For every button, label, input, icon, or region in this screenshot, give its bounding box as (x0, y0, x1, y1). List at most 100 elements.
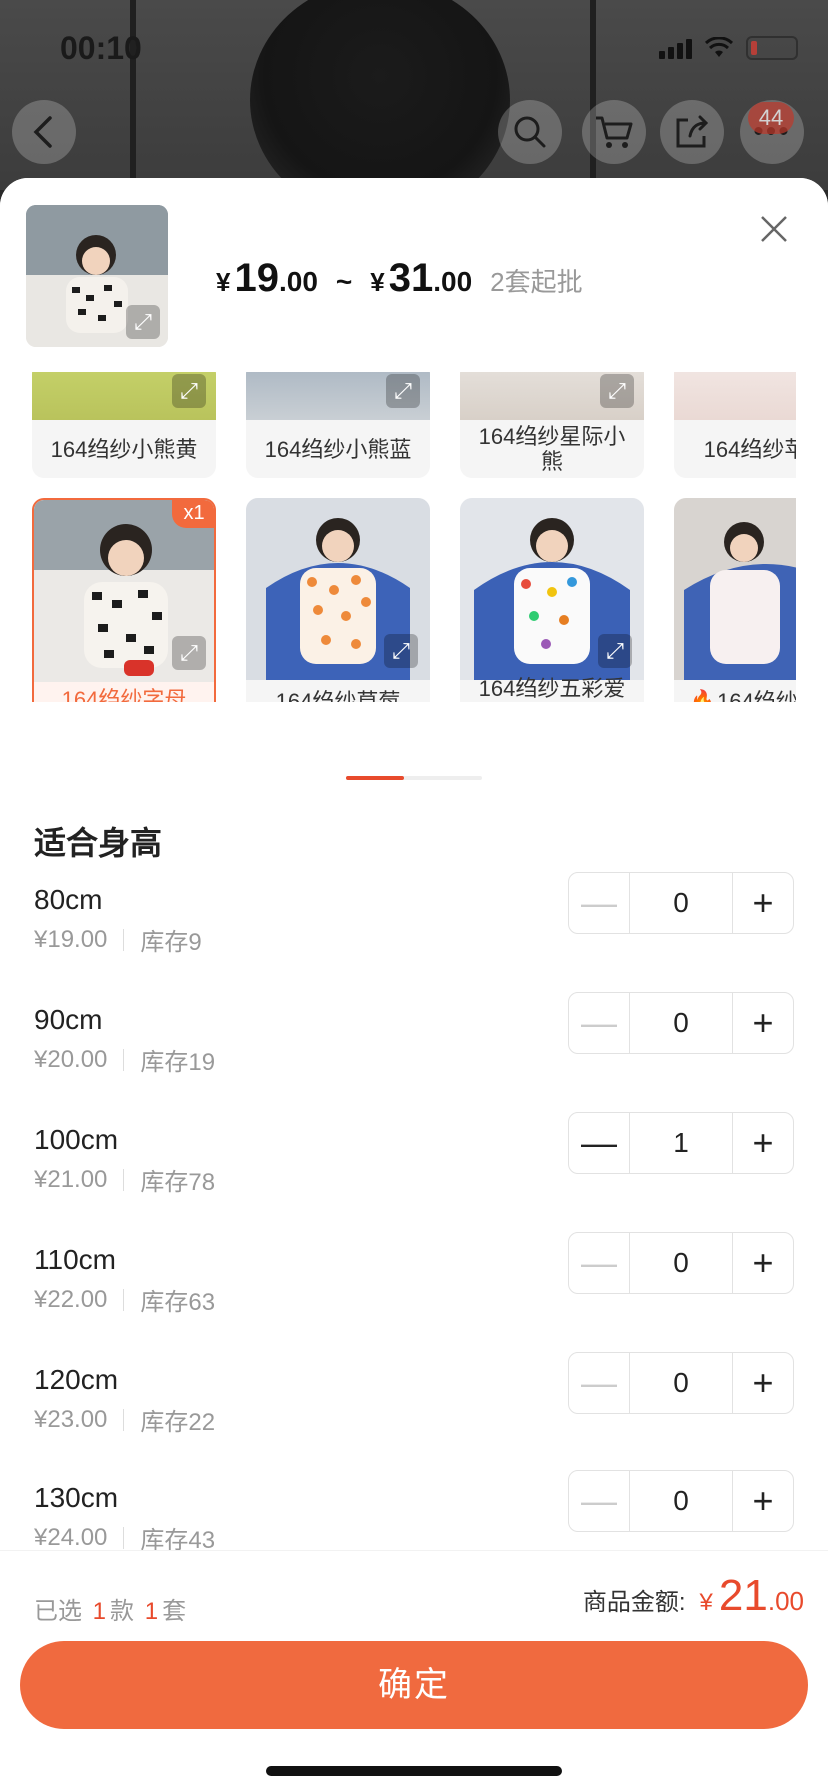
home-indicator (266, 1766, 562, 1776)
quantity-value[interactable]: 0 (629, 1471, 733, 1531)
sheet-footer: 已选 1款 1套 商品金额: ¥ 21 .00 确定 (0, 1550, 828, 1792)
variant-card-selected[interactable]: ⤢ x1 164绉纱字母 (32, 498, 216, 702)
decrement-button[interactable]: — (569, 1471, 629, 1531)
quantity-stepper: — 1 + (568, 1112, 794, 1174)
size-row: 100cm ¥21.00 库存78 — 1 + (34, 1112, 794, 1224)
expand-icon[interactable]: ⤢ (384, 634, 418, 668)
variant-card[interactable]: ⤢ 164绉纱草莓 (246, 498, 430, 702)
expand-icon[interactable]: ⤢ (600, 374, 634, 408)
variant-grid: ⤢ 164绉纱小熊黄 ⤢ 164绉纱小熊蓝 ⤢ 164绉纱星际小熊 164绉纱苹… (32, 372, 796, 702)
increment-button[interactable]: + (733, 1113, 793, 1173)
total-label: 商品金额: (582, 1589, 686, 1616)
increment-button[interactable]: + (733, 1353, 793, 1413)
close-button[interactable] (752, 206, 796, 250)
size-name: 90cm (34, 1004, 103, 1035)
selected-qty-badge: x1 (172, 500, 214, 528)
size-row: 80cm ¥19.00 库存9 — 0 + (34, 872, 794, 984)
quantity-value[interactable]: 0 (629, 993, 733, 1053)
search-icon (514, 116, 546, 148)
variant-card[interactable]: ⤢ 164绉纱星际小熊 (460, 372, 644, 478)
size-stock: 库存19 (140, 1049, 216, 1076)
expand-icon[interactable]: ⤢ (172, 374, 206, 408)
size-stock: 库存63 (140, 1289, 216, 1316)
quantity-stepper: — 0 + (568, 1232, 794, 1294)
price-low-dec: .00 (278, 266, 318, 297)
variant-scroll-indicator (346, 776, 482, 780)
size-name: 110cm (34, 1244, 116, 1275)
expand-icon[interactable]: ⤢ (172, 636, 206, 670)
variant-label: 🔥164绉纱小花 (674, 670, 796, 703)
quantity-value[interactable]: 0 (629, 873, 733, 933)
variant-label: 164绉纱字母 (61, 686, 187, 703)
variant-photo (674, 372, 796, 420)
size-stock: 库存78 (140, 1169, 216, 1196)
variant-card[interactable]: ⤢ 164绉纱小熊黄 (32, 372, 216, 478)
decrement-button[interactable]: — (569, 1113, 629, 1173)
size-price: ¥22.00 (34, 1285, 108, 1313)
variant-label: 164绉纱草莓 (275, 688, 401, 703)
variant-label: 164绉纱星际小熊 (478, 424, 626, 474)
size-stock: 库存22 (140, 1409, 216, 1436)
size-name: 130cm (34, 1482, 119, 1513)
share-button[interactable] (660, 100, 724, 164)
size-name: 100cm (34, 1124, 119, 1155)
search-button[interactable] (498, 100, 562, 164)
status-bar: 00:10 (0, 0, 828, 100)
increment-button[interactable]: + (733, 1233, 793, 1293)
divider (123, 928, 125, 951)
decrement-button[interactable]: — (569, 993, 629, 1053)
size-meta: ¥22.00 库存63 (34, 1282, 215, 1317)
size-price: ¥24.00 (34, 1523, 108, 1551)
increment-button[interactable]: + (733, 993, 793, 1053)
decrement-button[interactable]: — (569, 1233, 629, 1293)
confirm-button[interactable]: 确定 (20, 1641, 808, 1729)
quantity-value[interactable]: 0 (629, 1353, 733, 1413)
cart-button[interactable] (582, 100, 646, 164)
hot-icon: 🔥 (690, 689, 716, 703)
size-price: ¥20.00 (34, 1045, 108, 1073)
divider (123, 1048, 125, 1071)
sets-unit: 套 (162, 1598, 187, 1625)
price-range: ¥ 19 .00 ~ ¥ 31 .00 2套起批 (216, 256, 583, 301)
decrement-button[interactable]: — (569, 1353, 629, 1413)
quantity-value[interactable]: 1 (629, 1113, 733, 1173)
size-name: 80cm (34, 884, 103, 915)
expand-icon[interactable]: ⤢ (598, 634, 632, 668)
variant-card[interactable]: 164绉纱苹子 (674, 372, 796, 478)
size-row: 110cm ¥22.00 库存63 — 0 + (34, 1232, 794, 1344)
quantity-stepper: — 0 + (568, 872, 794, 934)
price-low-int: 19 (234, 256, 279, 300)
increment-button[interactable]: + (733, 1471, 793, 1531)
increment-button[interactable]: + (733, 873, 793, 933)
share-icon (676, 115, 709, 148)
quantity-stepper: — 0 + (568, 992, 794, 1054)
status-time: 00:10 (60, 30, 142, 66)
cart-count-badge: 44 (748, 102, 794, 134)
selected-sets-count: 1 (144, 1598, 159, 1625)
status-icons (659, 36, 798, 60)
expand-icon[interactable]: ⤢ (126, 305, 160, 339)
variant-card[interactable]: ⤢ 164绉纱五彩爱心 (460, 498, 644, 702)
decrement-button[interactable]: — (569, 873, 629, 933)
product-thumbnail[interactable]: ⤢ (26, 205, 168, 347)
size-stock: 库存9 (140, 929, 202, 956)
expand-icon[interactable]: ⤢ (386, 374, 420, 408)
variant-label: 164绉纱小熊黄 (50, 436, 198, 462)
quantity-value[interactable]: 0 (629, 1233, 733, 1293)
variant-label: 164绉纱苹子 (703, 436, 796, 462)
variant-card[interactable]: 🔥164绉纱小花 (674, 498, 796, 702)
variant-card[interactable]: ⤢ 164绉纱小熊蓝 (246, 372, 430, 478)
variant-label: 164绉纱小熊蓝 (264, 436, 412, 462)
quantity-stepper: — 0 + (568, 1470, 794, 1532)
styles-unit: 款 (110, 1598, 135, 1625)
size-meta: ¥20.00 库存19 (34, 1042, 215, 1077)
scroll-indicator-thumb (346, 776, 404, 780)
wifi-icon (704, 37, 734, 57)
total-currency: ¥ (699, 1589, 713, 1616)
back-button[interactable] (12, 100, 76, 164)
size-price: ¥23.00 (34, 1405, 108, 1433)
price-range-tilde: ~ (335, 266, 353, 297)
divider (123, 1526, 125, 1549)
chevron-left-icon (33, 116, 52, 148)
variant-label-text: 164绉纱小花 (717, 688, 796, 703)
